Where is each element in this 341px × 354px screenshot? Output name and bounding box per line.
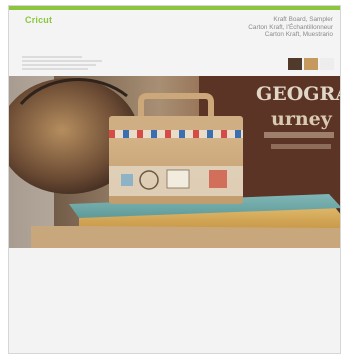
fine-print-block [22,56,102,72]
svg-text:urney: urney [271,108,333,130]
color-swatch-dark-brown [288,58,302,70]
product-photo: GEOGRAPHIC urney [9,76,341,248]
product-package: Cricut Kraft Board, Sampler Carton Kraft… [8,5,341,354]
svg-text:GEOGRAPHIC: GEOGRAPHIC [256,83,341,105]
color-swatch-kraft [304,58,318,70]
product-title-fr: Carton Kraft, l'Échantillonneur [248,23,333,31]
product-title-es: Carton Kraft, Muestrario [264,31,333,39]
brand-logo: Cricut [25,15,53,25]
brand-accent-stripe [9,6,340,10]
product-title-en: Kraft Board, Sampler [273,16,333,23]
color-swatch-light [320,58,334,70]
product-title-block: Kraft Board, Sampler Carton Kraft, l'Éch… [248,16,333,39]
package-bottom-panel [9,248,340,353]
